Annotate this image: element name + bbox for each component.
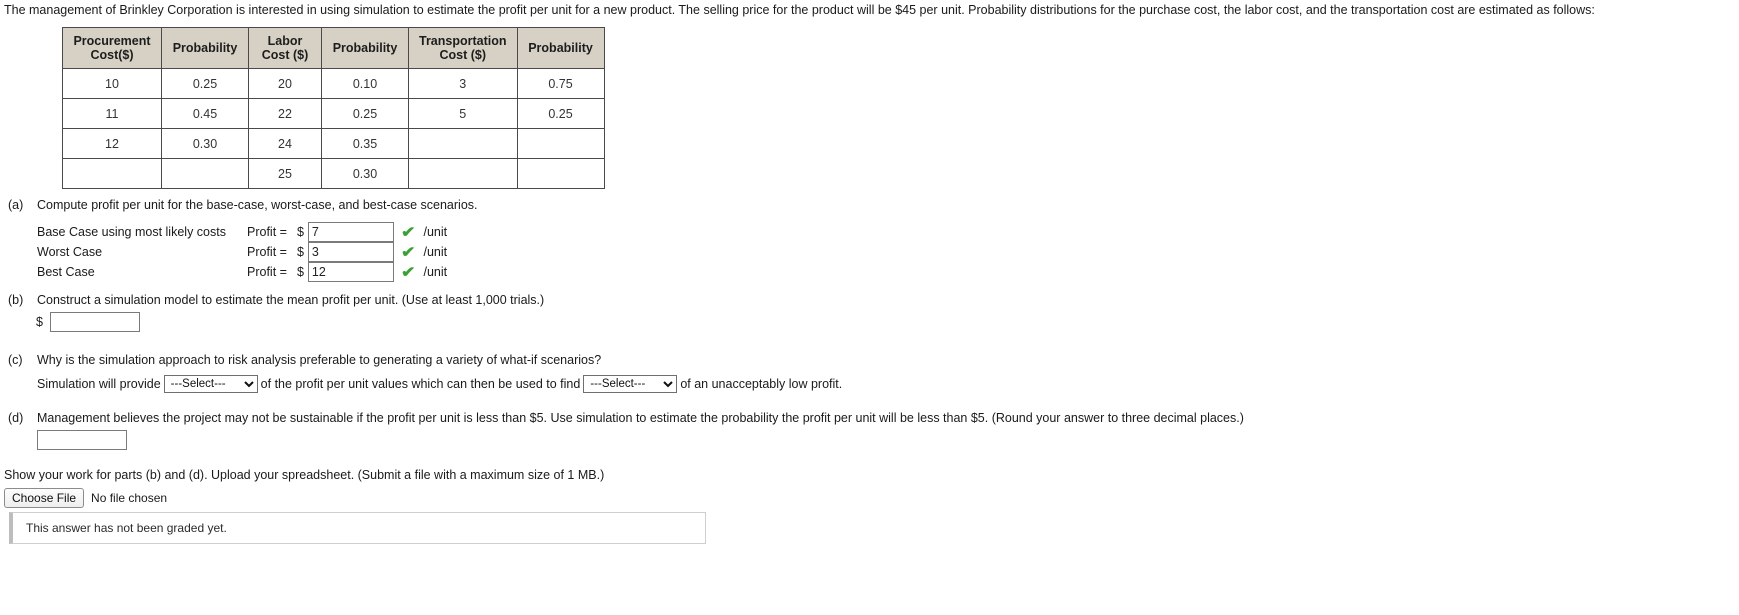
- cell-probability-2: 0.10: [321, 68, 409, 99]
- unit-label-best-case: /unit: [423, 264, 448, 279]
- dollar-sign-base-case: $: [296, 224, 304, 239]
- header-line-2: Cost ($): [261, 48, 309, 62]
- cell-probability-1: 0.25: [161, 68, 249, 99]
- cell-probability-2: 0.30: [321, 158, 409, 189]
- grading-status-box: This answer has not been graded yet.: [9, 512, 706, 544]
- probability-answer-input[interactable]: [37, 430, 127, 450]
- file-upload-row: Choose File No file chosen: [4, 488, 167, 508]
- part-c-answer-row: Simulation will provide ---Select--- of …: [37, 375, 842, 393]
- profit-label-base-case: Profit =: [247, 224, 287, 239]
- cell-probability-3: 0.75: [516, 68, 605, 99]
- column-header-probability-1: Probability: [161, 27, 249, 69]
- cell-probability-3: [516, 128, 605, 159]
- part-d-answer-row: [37, 430, 127, 450]
- table-row: 10 0.25 20 0.10 3 0.75: [62, 68, 605, 99]
- scenario-label-best-case: Best Case: [37, 264, 95, 279]
- cell-probability-1: 0.45: [161, 98, 249, 129]
- cell-probability-2: 0.25: [321, 98, 409, 129]
- column-header-transportation-cost: Transportation Cost ($): [408, 27, 518, 69]
- cell-procurement-cost: 11: [62, 98, 162, 129]
- column-header-probability-3: Probability: [516, 27, 605, 69]
- cell-labor-cost: 24: [248, 128, 322, 159]
- probability-distributions-table: Procurement Cost($) Probability Labor Co…: [62, 27, 605, 189]
- select-distribution-dropdown[interactable]: ---Select---: [163, 375, 258, 393]
- profit-input-worst-case[interactable]: [307, 242, 394, 262]
- table-header-row: Procurement Cost($) Probability Labor Co…: [62, 27, 605, 69]
- dollar-sign-mean-profit: $: [36, 314, 43, 329]
- unit-label-worst-case: /unit: [423, 244, 448, 259]
- part-d-question-text: Management believes the project may not …: [37, 411, 1244, 425]
- cell-transportation-cost: [408, 158, 518, 189]
- dollar-sign-worst-case: $: [296, 244, 304, 259]
- problem-statement: The management of Brinkley Corporation i…: [4, 3, 1595, 17]
- part-c-question-text: Why is the simulation approach to risk a…: [37, 353, 602, 367]
- header-line-1: Labor: [267, 34, 303, 48]
- header-line-1: Transportation: [419, 34, 507, 48]
- part-b-question-text: Construct a simulation model to estimate…: [37, 293, 545, 307]
- cell-labor-cost: 22: [248, 98, 322, 129]
- question-page: The management of Brinkley Corporation i…: [0, 0, 1739, 615]
- header-line-1: Procurement: [73, 34, 151, 48]
- part-b-answer-row: $: [36, 312, 140, 332]
- correct-check-icon-base-case: ✔: [400, 223, 416, 241]
- column-header-probability-2: Probability: [321, 27, 409, 69]
- part-a-row-best-case: Best Case Profit = $ ✔ /unit: [37, 262, 447, 282]
- part-c-sentence-part1: Simulation will provide: [37, 376, 161, 391]
- column-header-labor-cost: Labor Cost ($): [248, 27, 322, 69]
- profit-input-base-case[interactable]: [307, 222, 394, 242]
- cell-procurement-cost: [62, 158, 162, 189]
- no-file-chosen-label: No file chosen: [91, 491, 168, 505]
- cell-labor-cost: 25: [248, 158, 322, 189]
- part-c-label: (c): [8, 353, 23, 367]
- table-body: 10 0.25 20 0.10 3 0.75 11 0.45 22 0.25 5…: [62, 68, 605, 189]
- cell-probability-3: [516, 158, 605, 189]
- part-a-question-text: Compute profit per unit for the base-cas…: [37, 198, 478, 212]
- cell-transportation-cost: 5: [408, 98, 518, 129]
- correct-check-icon-worst-case: ✔: [400, 243, 416, 261]
- cell-procurement-cost: 10: [62, 68, 162, 99]
- part-c-sentence-part2: of the profit per unit values which can …: [260, 376, 581, 391]
- part-b-label: (b): [8, 293, 24, 307]
- dollar-sign-best-case: $: [296, 264, 304, 279]
- cell-transportation-cost: [408, 128, 518, 159]
- upload-instruction: Show your work for parts (b) and (d). Up…: [4, 468, 605, 482]
- column-header-procurement-cost: Procurement Cost($): [62, 27, 162, 69]
- correct-check-icon-best-case: ✔: [400, 263, 416, 281]
- cell-labor-cost: 20: [248, 68, 322, 99]
- header-line-2: Cost($): [90, 48, 134, 62]
- cell-probability-1: [161, 158, 249, 189]
- profit-label-best-case: Profit =: [247, 264, 287, 279]
- scenario-label-worst-case: Worst Case: [37, 244, 103, 259]
- choose-file-button[interactable]: Choose File: [4, 488, 85, 508]
- cell-probability-1: 0.30: [161, 128, 249, 159]
- table-header: Procurement Cost($) Probability Labor Co…: [62, 27, 605, 69]
- part-a-label: (a): [8, 198, 24, 212]
- unit-label-base-case: /unit: [423, 224, 448, 239]
- grading-status-text: This answer has not been graded yet.: [26, 521, 227, 535]
- table-row: 11 0.45 22 0.25 5 0.25: [62, 98, 605, 129]
- table-row: 25 0.30: [62, 158, 605, 189]
- profit-input-best-case[interactable]: [307, 262, 394, 282]
- part-a-row-base-case: Base Case using most likely costs Profit…: [37, 222, 447, 242]
- cell-procurement-cost: 12: [62, 128, 162, 159]
- table-row: 12 0.30 24 0.35: [62, 128, 605, 159]
- part-c-sentence-part3: of an unacceptably low profit.: [680, 376, 843, 391]
- cell-probability-3: 0.25: [516, 98, 605, 129]
- cell-transportation-cost: 3: [408, 68, 518, 99]
- part-d-label: (d): [8, 411, 24, 425]
- select-probability-dropdown[interactable]: ---Select---: [583, 375, 678, 393]
- scenario-label-base-case: Base Case using most likely costs: [37, 224, 226, 239]
- mean-profit-input[interactable]: [49, 312, 140, 332]
- part-a-row-worst-case: Worst Case Profit = $ ✔ /unit: [37, 242, 447, 262]
- header-line-2: Cost ($): [439, 48, 487, 62]
- cell-probability-2: 0.35: [321, 128, 409, 159]
- profit-label-worst-case: Profit =: [247, 244, 287, 259]
